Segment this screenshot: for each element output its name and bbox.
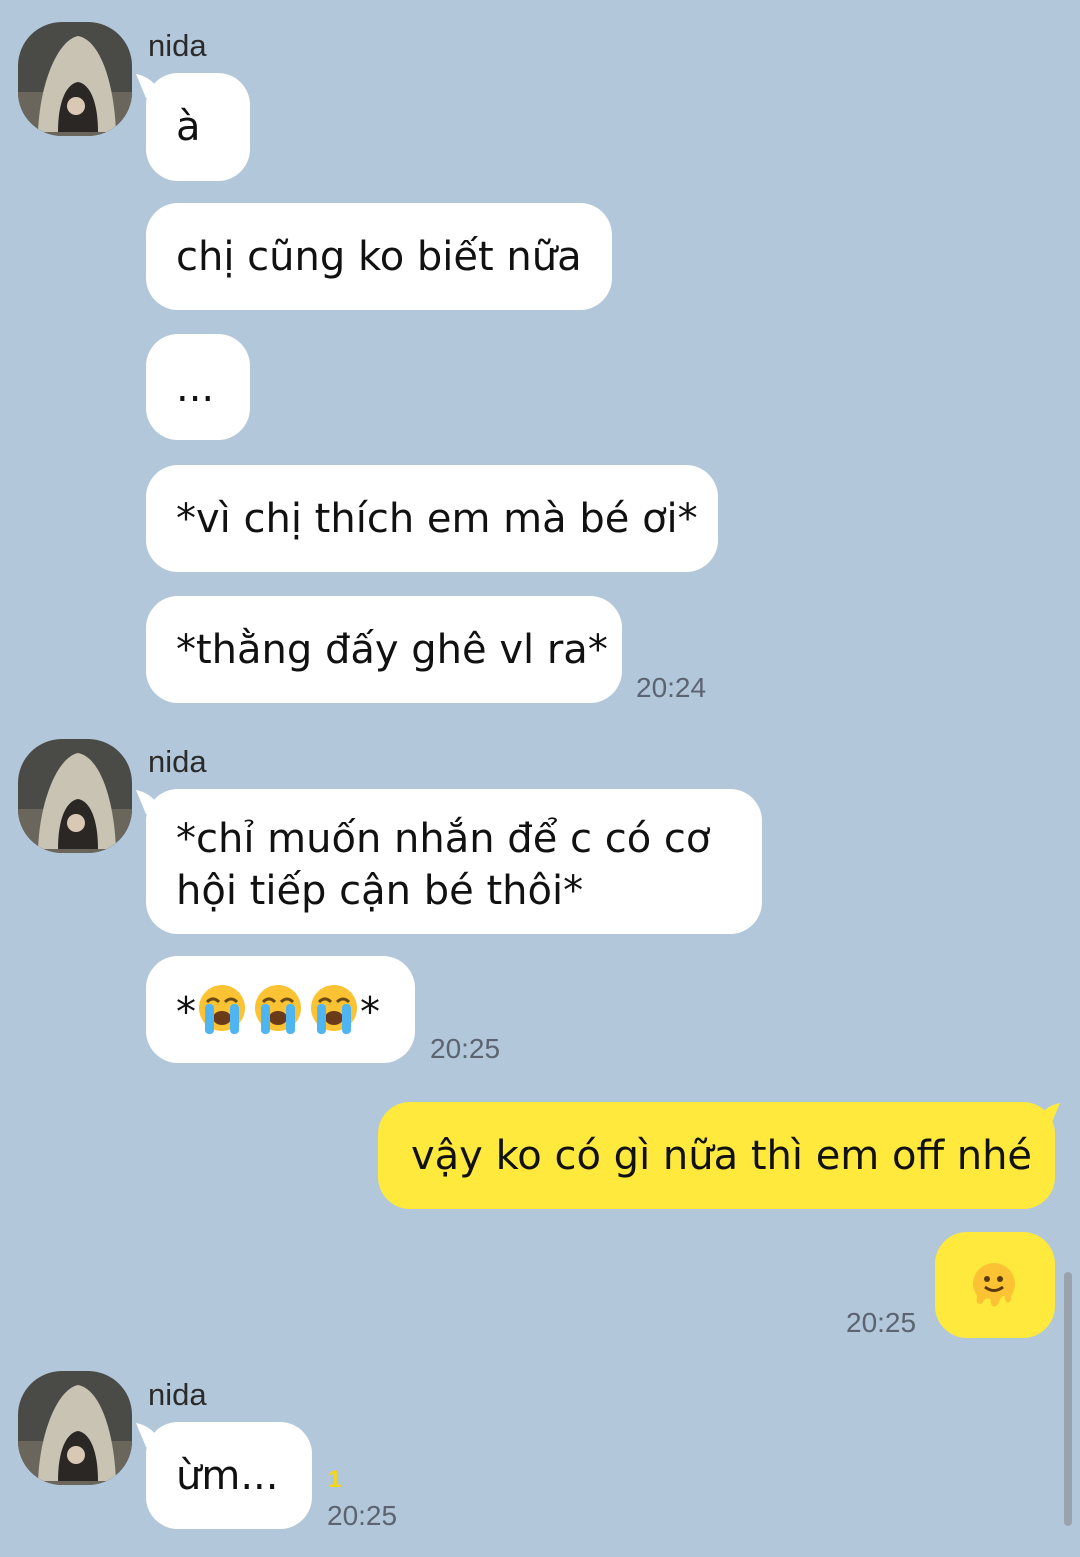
message-bubble-outgoing[interactable] [935, 1232, 1055, 1338]
asterisk-text: * [360, 989, 380, 1036]
sender-avatar[interactable] [18, 739, 132, 853]
message-bubble[interactable]: *thằng đấy ghê vl ra* [146, 596, 622, 703]
loudly-crying-face-icon [308, 982, 360, 1047]
hooded-figure-avatar-icon [18, 22, 132, 136]
sender-avatar[interactable] [18, 1371, 132, 1485]
hooded-figure-avatar-icon [18, 1371, 132, 1485]
message-bubble[interactable]: à [146, 73, 250, 181]
melting-face-icon [967, 1258, 1021, 1325]
loudly-crying-face-icon [252, 982, 304, 1047]
unread-count-badge: 1 [328, 1466, 342, 1493]
scrollbar[interactable] [1064, 1272, 1072, 1526]
loudly-crying-face-icon [196, 982, 248, 1047]
message-bubble[interactable]: * * [146, 956, 415, 1063]
asterisk-text: * [176, 989, 196, 1036]
message-timestamp: 20:25 [430, 1033, 501, 1064]
message-bubble[interactable]: *chỉ muốn nhắn để c có cơ hội tiếp cận b… [146, 789, 762, 934]
sender-name: nida [148, 744, 207, 779]
hooded-figure-avatar-icon [18, 739, 132, 853]
message-timestamp: 20:25 [846, 1307, 917, 1338]
message-bubble[interactable]: *vì chị thích em mà bé ơi* [146, 465, 718, 572]
message-bubble[interactable]: ừm... [146, 1422, 312, 1529]
message-bubble[interactable]: ... [146, 334, 250, 440]
message-bubble[interactable]: chị cũng ko biết nữa [146, 203, 612, 310]
message-timestamp: 20:25 [327, 1500, 398, 1531]
message-bubble-outgoing[interactable]: vậy ko có gì nữa thì em off nhé [378, 1102, 1055, 1209]
sender-name: nida [148, 28, 207, 63]
message-timestamp: 20:24 [636, 672, 707, 703]
sender-avatar[interactable] [18, 22, 132, 136]
sender-name: nida [148, 1377, 207, 1412]
